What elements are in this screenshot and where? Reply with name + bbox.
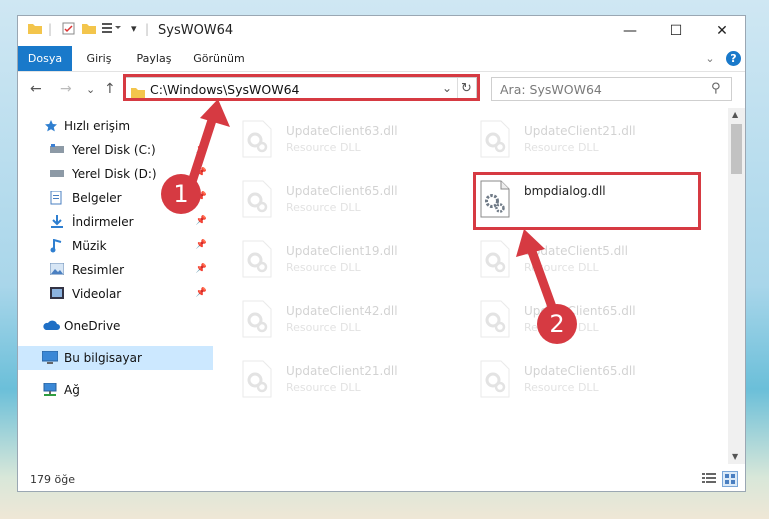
- arrow-shaft-1: [185, 109, 219, 193]
- step-1-badge: 1: [161, 174, 201, 214]
- arrow-head-2: [516, 229, 545, 257]
- annotation-arrows: [185, 99, 561, 323]
- step-2-badge: 2: [537, 304, 577, 344]
